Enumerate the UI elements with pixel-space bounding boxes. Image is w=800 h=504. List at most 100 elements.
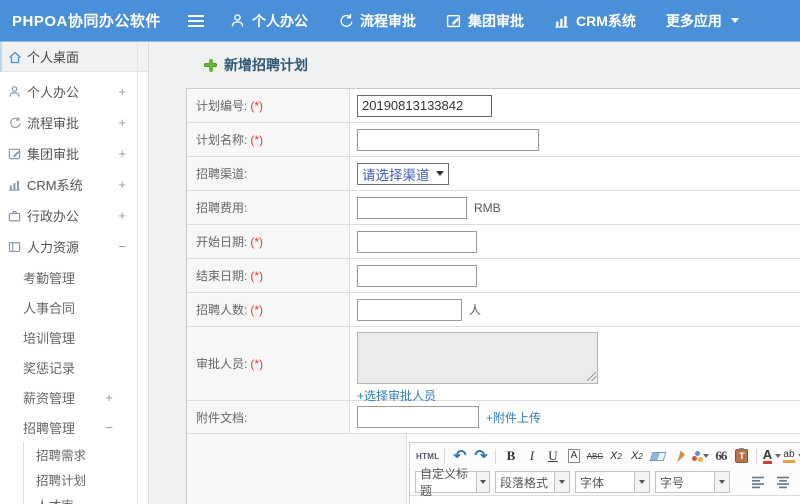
expand-plus-icon[interactable]: + (118, 84, 126, 99)
headcount-input[interactable] (357, 298, 462, 321)
sidebar-item-hr-contract[interactable]: 人事合同 (0, 292, 148, 322)
fee-input[interactable] (357, 196, 467, 219)
nav-workflow-approval[interactable]: 流程审批 (338, 11, 416, 31)
field-value-cell: +选择审批人员 (350, 327, 800, 403)
expand-plus-icon[interactable]: + (105, 390, 113, 405)
field-label: 招聘渠道: (187, 157, 350, 190)
approvers-textarea-wrap (357, 332, 598, 384)
field-label: 开始日期: (*) (187, 225, 350, 258)
unit-suffix: 人 (469, 303, 482, 317)
sidebar-item-salary[interactable]: 薪资管理 + (0, 382, 148, 412)
attachment-upload-link[interactable]: +附件上传 (486, 409, 541, 426)
custom-title-dropdown[interactable]: 自定义标题 (415, 467, 490, 498)
field-value-cell: HTML ↶ ↷ B I U A ABC X2 X 2 66 T A ab 自定… (407, 434, 800, 504)
sidebar-item-human-resources[interactable]: 人力资源 − (0, 231, 148, 262)
paragraph-format-dropdown[interactable]: 段落格式 (495, 471, 570, 493)
nav-more-apps[interactable]: 更多应用 (666, 11, 739, 31)
strikethrough-button[interactable]: ABC (585, 446, 604, 466)
field-label: 招聘费用: (187, 191, 350, 224)
start-date-input[interactable] (357, 230, 477, 253)
briefcase-icon (8, 209, 22, 223)
font-color-button[interactable]: A (762, 446, 782, 466)
expand-plus-icon[interactable]: + (118, 177, 126, 192)
highlight-color-button[interactable]: ab (783, 446, 800, 466)
nav-group-approval[interactable]: 集团审批 (446, 11, 524, 31)
nav-personal-office[interactable]: 个人办公 (230, 11, 308, 31)
sidebar-item-personal-desktop[interactable]: 个人桌面 (0, 42, 148, 72)
subscript-button[interactable]: X2 (627, 446, 646, 466)
rich-text-editor: HTML ↶ ↷ B I U A ABC X2 X 2 66 T A ab 自定… (409, 442, 800, 504)
dropdown-caret (634, 472, 649, 492)
toolbar-separator (444, 448, 446, 464)
recruit-submenu: 招聘需求 招聘计划 人才库 (23, 442, 148, 504)
hr-submenu: 考勤管理 人事合同 培训管理 奖惩记录 薪资管理 + 招聘管理 − 招聘需求 招… (0, 262, 148, 504)
expand-plus-icon[interactable]: + (118, 208, 126, 223)
app-logo[interactable]: PHPOA协同办公软件 (0, 10, 188, 31)
dropdown-caret (554, 472, 569, 492)
nav-label: CRM系统 (576, 12, 636, 29)
form-row-channel: 招聘渠道: 请选择渠道 (187, 157, 800, 191)
italic-button[interactable]: I (522, 446, 541, 466)
sidebar-item-label: 集团审批 (27, 147, 80, 162)
expand-plus-icon[interactable]: + (118, 146, 126, 161)
collapse-minus-icon[interactable]: − (105, 420, 113, 435)
sidebar-item-group-approval[interactable]: 集团审批 + (0, 138, 148, 169)
caret-down-icon (703, 454, 710, 458)
font-family-dropdown[interactable]: 字体 (575, 471, 650, 493)
paste-button[interactable]: T (732, 446, 751, 466)
sidebar-item-crm-system[interactable]: CRM系统 + (0, 169, 148, 200)
panel-icon (8, 240, 22, 254)
nav-crm-system[interactable]: CRM系统 (554, 11, 636, 31)
expand-plus-icon[interactable]: + (118, 115, 126, 130)
eraser-icon (649, 451, 667, 461)
font-size-dropdown[interactable]: 字号 (655, 471, 730, 493)
sidebar-item-workflow-approval[interactable]: 流程审批 + (0, 107, 148, 138)
attachment-input[interactable] (357, 406, 479, 428)
sidebar-item-recruit-mgmt[interactable]: 招聘管理 − (0, 412, 148, 442)
menu-toggle-icon[interactable] (188, 14, 204, 27)
sidebar-item-attendance[interactable]: 考勤管理 (0, 262, 148, 292)
redo-button[interactable]: ↷ (471, 446, 490, 466)
plan-number-input[interactable] (357, 94, 492, 117)
sidebar-item-talent-pool[interactable]: 人才库 (24, 492, 148, 504)
form-row-fee: 招聘费用: RMB (187, 191, 800, 225)
sidebar-item-admin-office[interactable]: 行政办公 + (0, 200, 148, 231)
blockquote-button[interactable]: 66 (711, 446, 730, 466)
underline-button[interactable]: U (543, 446, 562, 466)
nav-label: 流程审批 (360, 12, 416, 29)
field-label: 计划名称: (*) (187, 123, 350, 156)
bar-chart-icon (8, 178, 22, 192)
collapse-minus-icon[interactable]: − (118, 239, 126, 254)
undo-button[interactable]: ↶ (450, 446, 469, 466)
flow-icon (8, 116, 22, 130)
end-date-input[interactable] (357, 264, 477, 287)
sidebar-item-rewards[interactable]: 奖惩记录 (0, 352, 148, 382)
superscript-button[interactable]: X2 (606, 446, 625, 466)
plan-name-input[interactable] (357, 128, 539, 151)
sidebar-item-personal-office[interactable]: 个人办公 + (0, 76, 148, 107)
required-mark: (*) (250, 268, 264, 283)
bold-button[interactable]: B (501, 446, 520, 466)
approvers-textarea[interactable] (357, 332, 598, 384)
sidebar-item-recruit-demand[interactable]: 招聘需求 (24, 442, 148, 467)
remove-format-button[interactable] (648, 446, 667, 466)
form-row-start-date: 开始日期: (*) (187, 225, 800, 259)
format-painter-button[interactable] (669, 446, 688, 466)
required-mark: (*) (250, 356, 264, 371)
sidebar-top-list: 个人办公 + 流程审批 + 集团审批 + CRM系统 + 行政办公 + 人力资源… (0, 72, 148, 504)
html-source-button[interactable]: HTML (416, 446, 439, 466)
dropdown-caret (475, 472, 489, 492)
select-caret-icon (435, 171, 444, 176)
align-center-button[interactable] (773, 472, 792, 492)
required-mark: (*) (250, 302, 264, 317)
sidebar-item-recruit-plan[interactable]: 招聘计划 (24, 467, 148, 492)
body-row: 个人桌面 个人办公 + 流程审批 + 集团审批 + CRM系统 + 行政办公 +… (0, 42, 800, 504)
sidebar-item-training[interactable]: 培训管理 (0, 322, 148, 352)
align-left-button[interactable] (748, 472, 767, 492)
color-palette-button[interactable] (690, 446, 710, 466)
font-style-button[interactable]: A (564, 446, 583, 466)
field-label: 计划编号: (*) (187, 89, 350, 122)
resize-grip-icon[interactable] (587, 372, 596, 381)
channel-select[interactable]: 请选择渠道 (357, 162, 449, 185)
toolbar-separator (756, 448, 758, 464)
